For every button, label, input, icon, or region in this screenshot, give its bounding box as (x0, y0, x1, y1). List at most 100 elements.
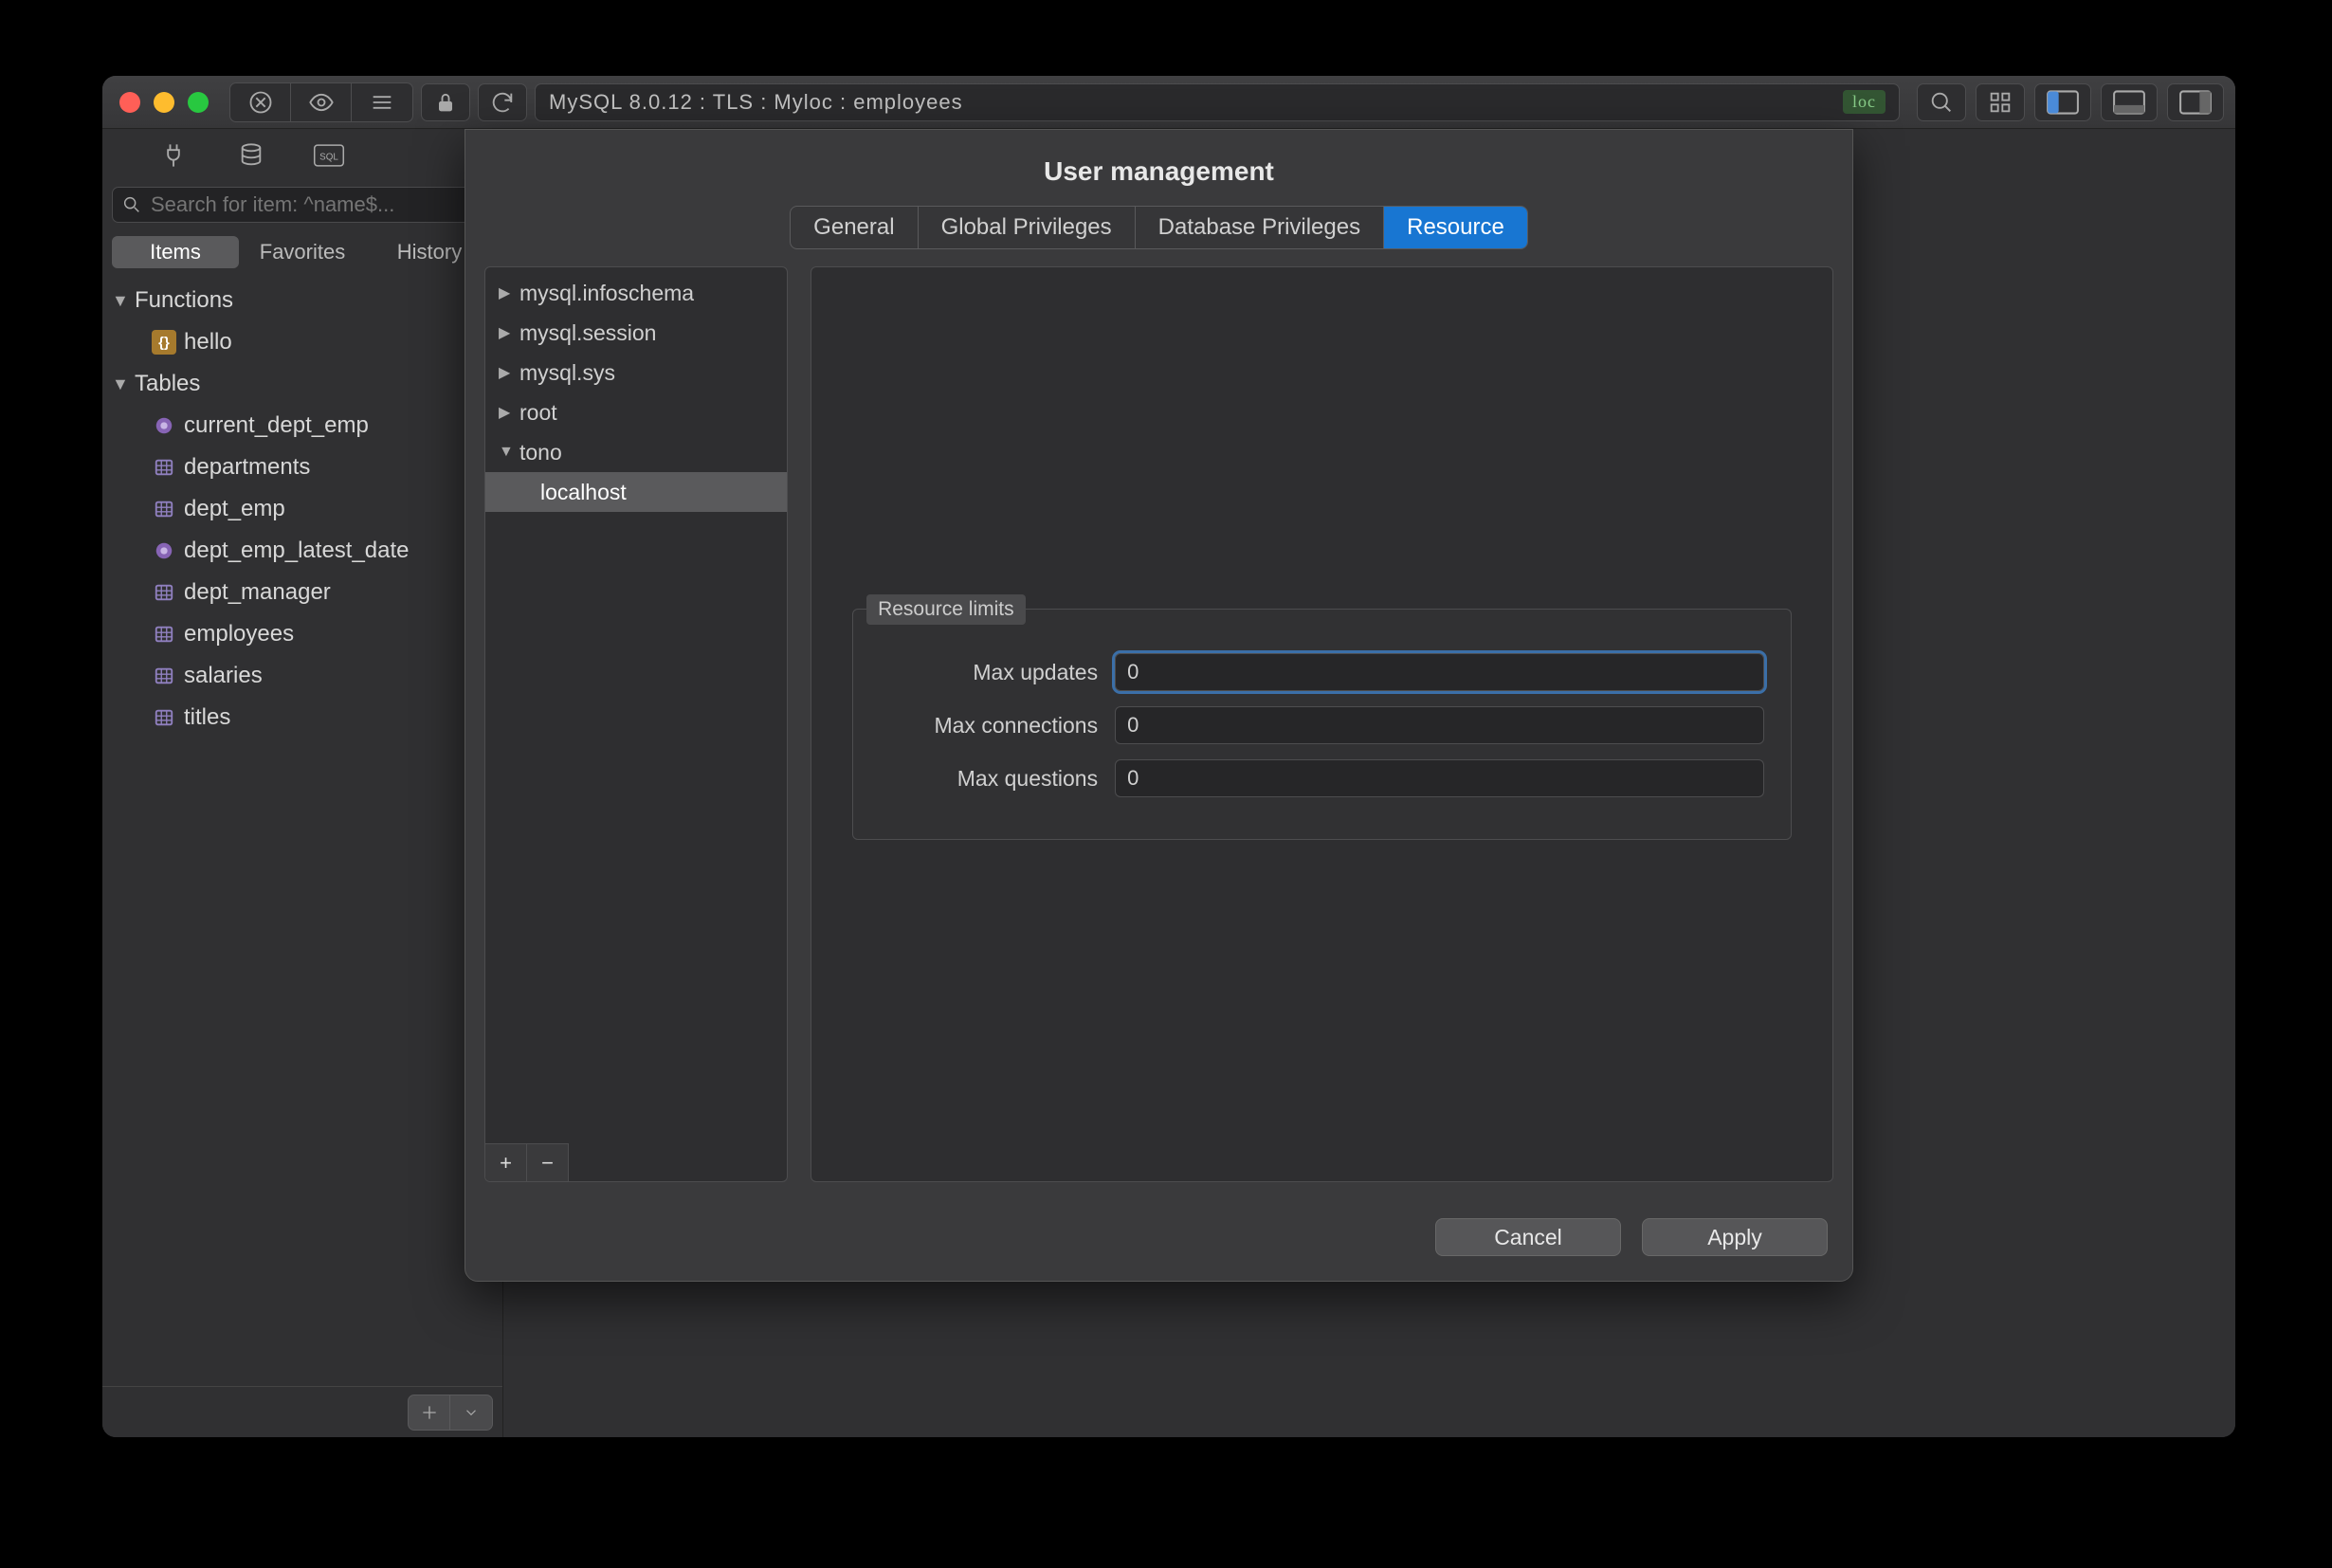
maximize-window-button[interactable] (188, 92, 209, 113)
fieldset-legend: Resource limits (866, 594, 1026, 625)
left-sidebar: SQL Items Favorites History ▼Functions{}… (102, 129, 503, 1437)
add-dropdown-toggle[interactable] (450, 1395, 492, 1430)
user-item[interactable]: ▶mysql.infoschema (485, 273, 787, 313)
main-area: SQL Items Favorites History ▼Functions{}… (102, 129, 2235, 1437)
connection-badge: loc (1843, 90, 1886, 114)
grid-icon (1987, 89, 2013, 116)
tree-item[interactable]: dept_emp (102, 488, 502, 530)
dialog-tabs: GeneralGlobal PrivilegesDatabase Privile… (790, 206, 1528, 249)
form-row: Max connections (880, 706, 1764, 744)
tree-item[interactable]: salaries (102, 655, 502, 697)
connection-text: MySQL 8.0.12 : TLS : Myloc : employees (549, 90, 963, 115)
right-panel-icon (2178, 90, 2213, 115)
max-updates-input[interactable] (1115, 653, 1764, 691)
lock-button[interactable] (421, 83, 470, 121)
tree-item-label: current_dept_emp (184, 412, 369, 439)
mode-database-button[interactable] (222, 136, 281, 175)
add-button[interactable] (409, 1395, 450, 1430)
tree-item-label: dept_emp_latest_date (184, 538, 410, 564)
bottom-panel-icon (2112, 90, 2146, 115)
search-icon (1928, 89, 1955, 116)
tab-global-privileges[interactable]: Global Privileges (919, 207, 1136, 248)
table-icon (152, 622, 176, 647)
tree-item[interactable]: {}hello (102, 321, 502, 363)
grid-button[interactable] (1976, 83, 2025, 121)
tree-item-label: dept_emp (184, 496, 285, 522)
tree-item[interactable]: titles (102, 697, 502, 738)
x-circle-icon (247, 89, 274, 116)
close-window-button[interactable] (119, 92, 140, 113)
tab-favorites[interactable]: Favorites (239, 236, 366, 268)
preview-button[interactable] (291, 83, 352, 121)
apply-button[interactable]: Apply (1642, 1218, 1828, 1256)
table-icon (152, 580, 176, 605)
bottom-panel-toggle[interactable] (2101, 83, 2158, 121)
right-panel-toggle[interactable] (2167, 83, 2224, 121)
database-icon (238, 142, 264, 169)
form-label: Max connections (880, 713, 1098, 738)
tab-database-privileges[interactable]: Database Privileges (1136, 207, 1384, 248)
list-button[interactable] (352, 83, 412, 121)
remove-user-button[interactable]: − (527, 1143, 569, 1181)
dialog-title: User management (465, 130, 1852, 206)
titlebar-right-buttons (1917, 83, 2224, 121)
table-icon (152, 705, 176, 730)
add-user-button[interactable]: + (485, 1143, 527, 1181)
reload-button[interactable] (478, 83, 527, 121)
search-icon (121, 194, 142, 215)
reload-icon (489, 89, 516, 116)
detail-panel: Resource limits Max updates Max connectio… (811, 266, 1833, 1182)
user-item[interactable]: ▶mysql.sys (485, 353, 787, 392)
search-button[interactable] (1917, 83, 1966, 121)
max-questions-input[interactable] (1115, 759, 1764, 797)
sidebar-search-input[interactable] (112, 187, 493, 223)
cancel-button[interactable]: Cancel (1435, 1218, 1621, 1256)
mode-plug-button[interactable] (144, 136, 203, 175)
sidebar-mode-icons: SQL (102, 129, 502, 181)
tab-resource[interactable]: Resource (1384, 207, 1527, 248)
disclosure-arrow-icon: ▶ (499, 323, 512, 342)
tree-item-label: salaries (184, 663, 263, 689)
dialog-footer: Cancel Apply (465, 1201, 1852, 1281)
tab-general[interactable]: General (791, 207, 918, 248)
connection-info-bar[interactable]: MySQL 8.0.12 : TLS : Myloc : employees l… (535, 83, 1900, 121)
form-label: Max updates (880, 660, 1098, 685)
sidebar-footer (102, 1386, 502, 1437)
minimize-window-button[interactable] (154, 92, 174, 113)
disclosure-arrow-icon: ▶ (499, 283, 512, 302)
sidebar-tabs: Items Favorites History (102, 228, 502, 276)
disclosure-arrow-icon: ▶ (499, 403, 512, 422)
cancel-button[interactable] (230, 83, 291, 121)
left-panel-toggle[interactable] (2034, 83, 2091, 121)
sidebar-tree: ▼Functions{}hello▼Tables current_dept_emp… (102, 276, 502, 1386)
user-management-dialog: User management GeneralGlobal Privileges… (465, 129, 1853, 1282)
cancel-query-group (229, 82, 413, 122)
user-item[interactable]: ▶root (485, 392, 787, 432)
user-item[interactable]: ▼tono (485, 432, 787, 472)
lock-icon (432, 89, 459, 116)
tab-items[interactable]: Items (112, 236, 239, 268)
left-panel-icon (2046, 90, 2080, 115)
app-window: MySQL 8.0.12 : TLS : Myloc : employees l… (102, 76, 2235, 1437)
tree-item[interactable]: current_dept_emp (102, 405, 502, 447)
sql-icon: SQL (313, 144, 345, 167)
plus-icon (420, 1403, 439, 1422)
titlebar: MySQL 8.0.12 : TLS : Myloc : employees l… (102, 76, 2235, 129)
tree-item[interactable]: departments (102, 447, 502, 488)
max-connections-input[interactable] (1115, 706, 1764, 744)
list-icon (369, 89, 395, 116)
disclosure-arrow-icon: ▼ (499, 444, 512, 461)
user-list-panel: ▶mysql.infoschema▶mysql.session▶mysql.sy… (484, 266, 788, 1182)
tree-item[interactable]: dept_emp_latest_date (102, 530, 502, 572)
tree-item[interactable]: dept_manager (102, 572, 502, 613)
resource-limits-fieldset: Resource limits Max updatesMax connectio… (852, 609, 1792, 840)
user-host-item[interactable]: localhost (485, 472, 787, 512)
user-item[interactable]: ▶mysql.session (485, 313, 787, 353)
window-controls (114, 92, 209, 113)
tree-section-tables[interactable]: ▼Tables (102, 363, 502, 405)
form-label: Max questions (880, 766, 1098, 792)
mode-sql-button[interactable]: SQL (300, 136, 358, 175)
tree-item[interactable]: employees (102, 613, 502, 655)
tree-section-functions[interactable]: ▼Functions (102, 280, 502, 321)
svg-text:SQL: SQL (319, 152, 338, 162)
